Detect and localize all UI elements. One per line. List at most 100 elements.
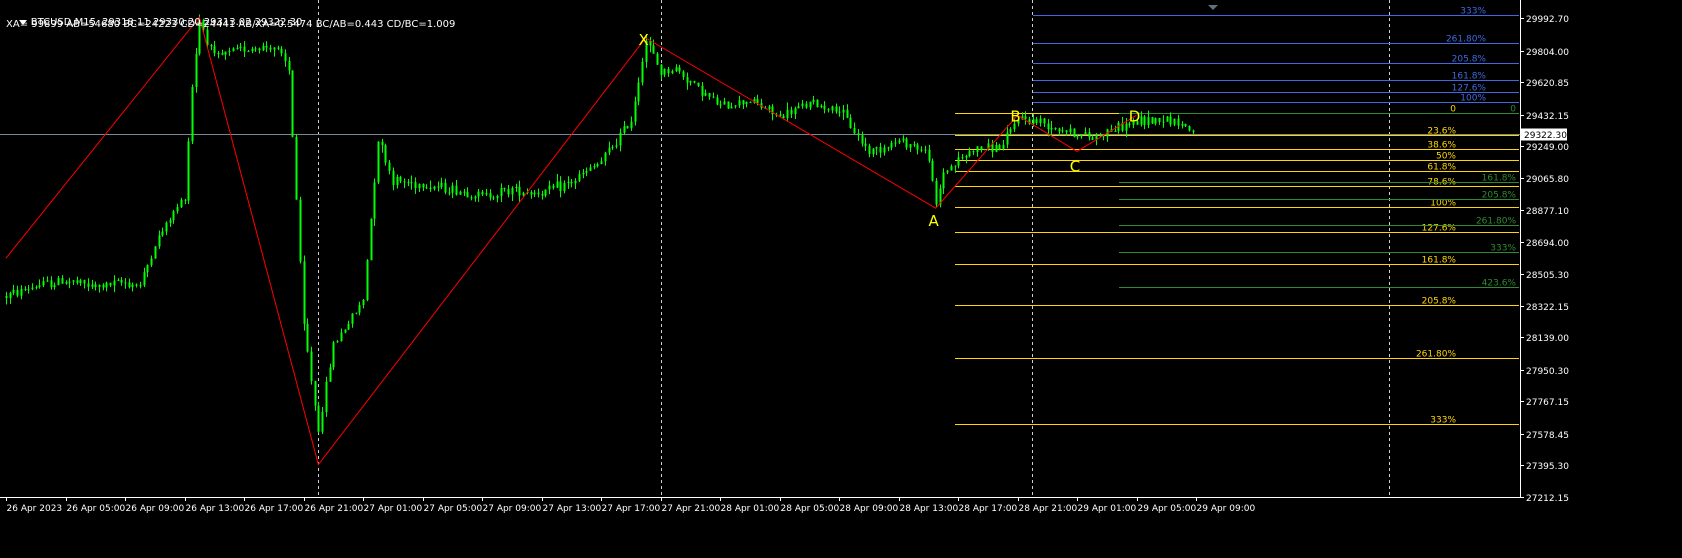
candle-body <box>667 68 670 74</box>
candle-body <box>1151 117 1154 124</box>
candle-body <box>503 187 506 190</box>
candle-body <box>176 207 179 212</box>
candle-body <box>20 288 23 296</box>
candle-body <box>1091 137 1094 140</box>
candle-body <box>905 138 908 148</box>
candle-body <box>719 104 722 106</box>
candle-body <box>712 96 715 98</box>
time-tick-label: 26 Apr 09:00 <box>126 504 185 514</box>
time-tick-label: 27 Apr 09:00 <box>483 504 542 514</box>
price-tick-label: 28877.10 <box>1526 207 1569 217</box>
candle-body <box>254 48 257 50</box>
candle-body <box>738 100 741 106</box>
price-tick-label: 29065.80 <box>1526 175 1569 185</box>
candle-body <box>370 218 373 261</box>
candle-body <box>730 106 733 109</box>
candle-body <box>358 305 361 313</box>
candle-body <box>184 199 187 201</box>
candle-body <box>593 166 596 168</box>
price-tick-label: 28322.15 <box>1526 303 1569 313</box>
price-tick-label: 29992.70 <box>1526 15 1569 25</box>
time-tick-label: 28 Apr 21:00 <box>1019 504 1078 514</box>
candle-body <box>98 284 101 287</box>
time-tick-label: 27 Apr 21:00 <box>662 504 721 514</box>
candle-body <box>407 182 410 184</box>
candle-body <box>723 101 726 105</box>
candle-body <box>16 289 19 296</box>
fib-blue-level-label: 161.8% <box>1452 72 1487 82</box>
price-tick-label: 29620.85 <box>1526 79 1569 89</box>
price-tick-label: 27395.30 <box>1526 462 1569 472</box>
candle-body <box>68 281 71 283</box>
candle-body <box>972 151 975 153</box>
candle-body <box>634 101 637 122</box>
candle-body <box>805 103 808 108</box>
candle-body <box>704 93 707 96</box>
candle-body <box>131 284 134 288</box>
candle-body <box>875 147 878 149</box>
candle-body <box>1032 119 1035 124</box>
candle-body <box>976 146 979 153</box>
candle-body <box>31 287 34 290</box>
fib-gold-level-label: 50% <box>1436 152 1456 162</box>
candle-body <box>608 147 611 153</box>
time-tick-label: 27 Apr 13:00 <box>543 504 602 514</box>
candle-body <box>102 284 105 288</box>
candle-body <box>570 181 573 184</box>
axes-layer: 29992.70 29804.00 29620.85 29432.15 29249.00… <box>0 0 1569 514</box>
candle-body <box>459 191 462 195</box>
price-chart[interactable]: 023.6%38.6%50%61.8%78.6%100%127.6%161.8%… <box>0 0 1682 558</box>
candle-body <box>689 81 692 83</box>
candle-body <box>1158 117 1161 122</box>
candle-body <box>489 193 492 198</box>
candle-body <box>422 183 425 188</box>
candle-body <box>686 77 689 83</box>
candle-body <box>217 53 220 55</box>
fib-green-level-label: 161.8% <box>1482 174 1517 184</box>
chart-area[interactable]: 0 23.6% 38.6% 50% 61.8% 78.6% 100% 127.6% 161.8%… <box>0 0 1682 558</box>
candle-body <box>1050 127 1053 130</box>
candle-body <box>630 121 633 129</box>
time-tick-label: 28 Apr 05:00 <box>781 504 840 514</box>
candle-body <box>150 258 153 266</box>
candle-body <box>433 186 436 189</box>
candle-body <box>1147 117 1150 126</box>
candle-body <box>299 199 302 262</box>
price-tick-label: 27578.45 <box>1526 431 1569 441</box>
candle-body <box>466 192 469 198</box>
candle-body <box>797 106 800 109</box>
candle-body <box>1073 128 1076 137</box>
candle-body <box>846 109 849 118</box>
candle-body <box>734 105 737 107</box>
candle-body <box>314 380 317 406</box>
candle-body <box>221 53 224 55</box>
candle-body <box>12 289 15 293</box>
time-tick-label: 28 Apr 13:00 <box>900 504 959 514</box>
fib-green-level-label: 205.8% <box>1482 191 1517 201</box>
candle-body <box>1069 128 1072 133</box>
fib-gold-level-label: 161.8% <box>1422 256 1457 266</box>
price-tick-label: 27212.15 <box>1526 494 1569 504</box>
candle-body <box>909 144 912 148</box>
candle-body <box>154 246 157 259</box>
candle-body <box>146 265 149 273</box>
candle-body <box>515 186 518 188</box>
time-tick-label: 27 Apr 01:00 <box>364 504 423 514</box>
time-tick-label: 26 Apr 17:00 <box>245 504 304 514</box>
candle-body <box>518 186 521 196</box>
candle-body <box>842 109 845 113</box>
candle-body <box>76 280 79 284</box>
candle-body <box>451 185 454 193</box>
candle-body <box>533 192 536 195</box>
candle-body <box>749 101 752 103</box>
time-tick-label: 26 Apr 05:00 <box>67 504 126 514</box>
candle-body <box>403 181 406 183</box>
candle-body <box>158 235 161 247</box>
candle-body <box>589 167 592 171</box>
candle-body <box>1162 121 1165 123</box>
candle-body <box>477 191 480 197</box>
candle-body <box>481 191 484 195</box>
candle-body <box>637 82 640 102</box>
candle-body <box>1054 127 1057 129</box>
candle-body <box>265 45 268 48</box>
